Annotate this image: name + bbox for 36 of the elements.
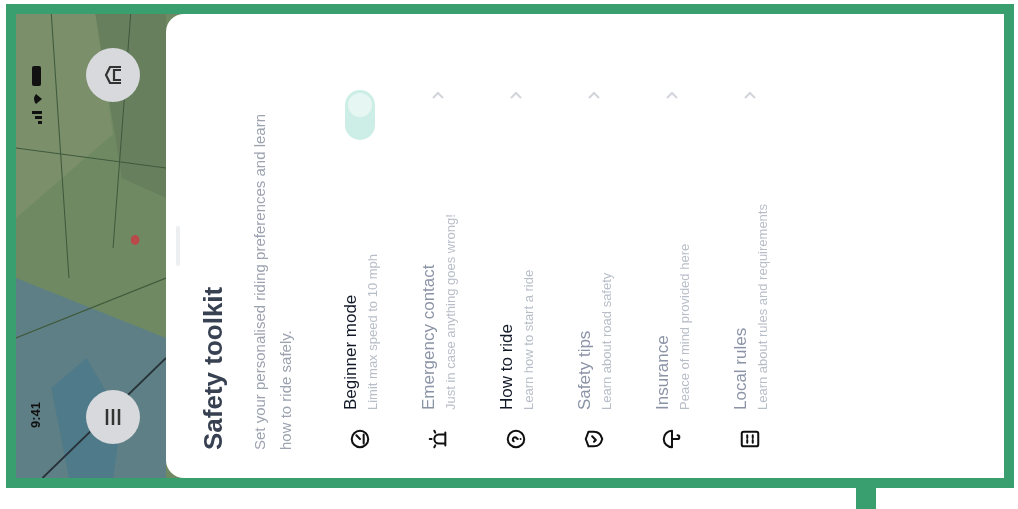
item-subtitle: Learn about rules and requirements (754, 203, 771, 410)
umbrella-icon (661, 428, 683, 450)
item-subtitle: Limit max speed to 10 mph (364, 252, 381, 410)
help-icon (505, 428, 527, 450)
signal-wifi-battery-icon (29, 64, 42, 124)
speedometer-icon (349, 428, 371, 450)
toggle-switch[interactable] (345, 90, 375, 140)
toolkit-item[interactable]: How to ride Learn how to start a ride (477, 42, 555, 450)
item-subtitle: Learn about road safety (598, 271, 615, 410)
chevron-icon (743, 90, 757, 100)
siren-icon (427, 428, 449, 450)
toolkit-item[interactable]: Local rules Learn about rules and requirements (711, 42, 789, 450)
item-subtitle: Peace of mind provided here (676, 242, 693, 410)
shield-icon (583, 428, 605, 450)
item-title: Beginner mode (339, 293, 361, 410)
item-title: How to ride (495, 323, 517, 410)
item-title: Insurance (651, 334, 673, 410)
sheet-title: Safety toolkit (197, 285, 229, 450)
chevron-icon (431, 90, 445, 100)
item-subtitle: Just in case anything goes wrong! (442, 213, 459, 410)
toolkit-item[interactable]: Safety tips Learn about road safety (555, 42, 633, 450)
rulebook-icon (739, 428, 761, 450)
item-title: Local rules (729, 326, 751, 410)
toolkit-item[interactable]: Insurance Peace of mind provided here (633, 42, 711, 450)
chevron-icon (509, 90, 523, 100)
toolkit-item[interactable]: Beginner mode Limit max speed to 10 mph (321, 42, 399, 450)
status-time: 9:41 (27, 401, 44, 428)
sheet-description: Set your personalised riding preferences and learn how to ride safely. (250, 112, 295, 450)
menu-icon (104, 408, 121, 426)
toolkit-item[interactable]: Emergency contact Just in case anything goes wrong! (399, 42, 477, 450)
chevron-icon (665, 90, 679, 100)
chevron-icon (587, 90, 601, 100)
item-title: Safety tips (573, 329, 595, 410)
item-title: Emergency contact (417, 263, 439, 410)
garage-icon (103, 65, 122, 85)
item-subtitle: Learn how to start a ride (520, 268, 537, 410)
